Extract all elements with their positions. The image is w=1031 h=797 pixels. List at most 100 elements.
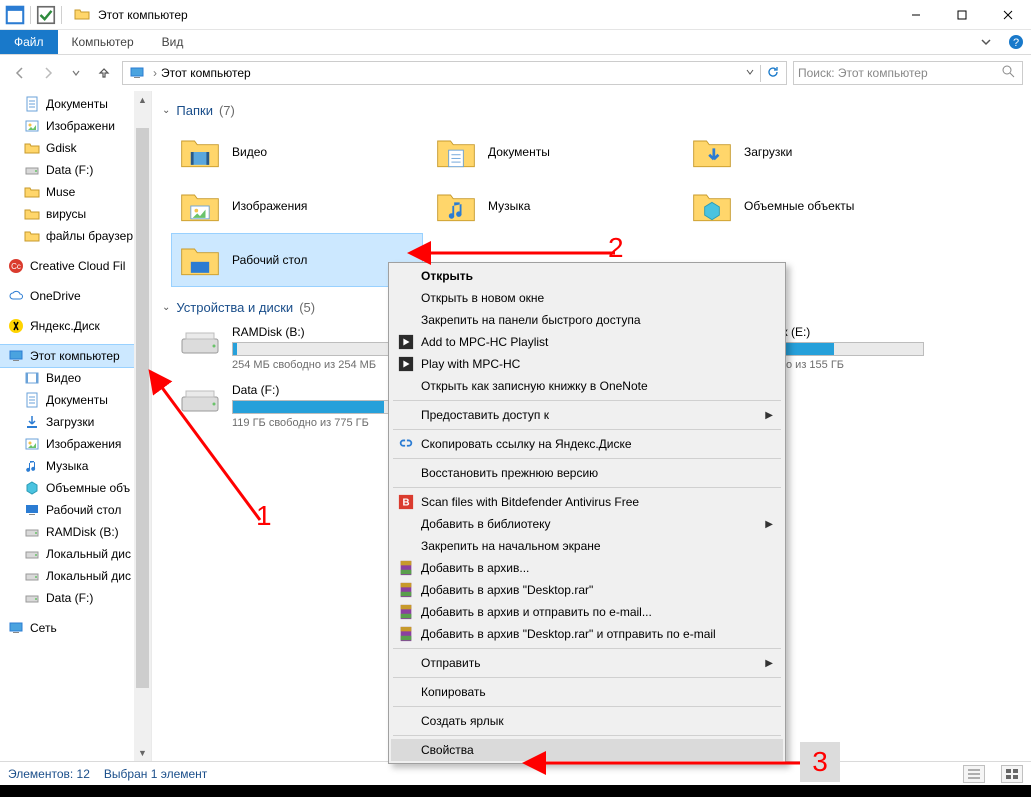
- sidebar-item[interactable]: Изображения: [0, 433, 151, 455]
- context-menu-item[interactable]: Открыть как записную книжку в OneNote: [391, 375, 783, 397]
- context-menu-item[interactable]: Play with MPC-HC: [391, 353, 783, 375]
- sidebar-item[interactable]: Музыка: [0, 455, 151, 477]
- sidebar-item[interactable]: Документы: [0, 389, 151, 411]
- view-details-icon[interactable]: [963, 765, 985, 783]
- context-menu-item[interactable]: Добавить в архив "Desktop.rar": [391, 579, 783, 601]
- group-folders[interactable]: ⌄ Папки (7): [162, 103, 1021, 118]
- context-menu-item[interactable]: Закрепить на панели быстрого доступа: [391, 309, 783, 331]
- tree-icon: [8, 318, 24, 334]
- drive-icon: [178, 383, 222, 417]
- folder-item[interactable]: Видео: [172, 126, 422, 178]
- sidebar-item[interactable]: Загрузки: [0, 411, 151, 433]
- tree-icon: [8, 288, 24, 304]
- folder-icon: [178, 133, 222, 171]
- sidebar-item[interactable]: CcCreative Cloud Fil: [0, 255, 151, 277]
- view-large-icon[interactable]: [1001, 765, 1023, 783]
- refresh-icon[interactable]: [760, 65, 784, 82]
- nav-up-icon[interactable]: [92, 61, 116, 85]
- ribbon-expand-icon[interactable]: [971, 30, 1001, 54]
- context-menu-item[interactable]: Создать ярлык: [391, 710, 783, 732]
- context-menu-item[interactable]: Добавить в архив "Desktop.rar" и отправи…: [391, 623, 783, 645]
- sidebar-item-label: Изображения: [46, 437, 121, 451]
- context-menu-item[interactable]: Добавить в библиотеку▶: [391, 513, 783, 535]
- context-menu-item[interactable]: Add to MPC-HC Playlist: [391, 331, 783, 353]
- nav-back-icon[interactable]: [8, 61, 32, 85]
- drive-item[interactable]: Data (F:)119 ГБ свободно из 775 ГБ: [172, 381, 422, 431]
- context-menu-item[interactable]: Скопировать ссылку на Яндекс.Диске: [391, 433, 783, 455]
- sidebar-item[interactable]: Сеть: [0, 617, 151, 639]
- chevron-right-icon: ▶: [765, 658, 773, 669]
- context-menu-item[interactable]: Предоставить доступ к▶: [391, 404, 783, 426]
- drive-item[interactable]: RAMDisk (B:)254 МБ свободно из 254 МБ: [172, 323, 422, 373]
- folder-item[interactable]: Документы: [428, 126, 678, 178]
- nav-forward-icon[interactable]: [36, 61, 60, 85]
- sidebar-item[interactable]: Muse📌: [0, 181, 151, 203]
- context-menu-item[interactable]: Добавить в архив и отправить по e-mail..…: [391, 601, 783, 623]
- context-menu-item[interactable]: Открыть в новом окне: [391, 287, 783, 309]
- sidebar-item[interactable]: Яндекс.Диск: [0, 315, 151, 337]
- sidebar-item[interactable]: OneDrive: [0, 285, 151, 307]
- address-bar[interactable]: › Этот компьютер: [122, 61, 787, 85]
- sidebar-item-label: RAMDisk (B:): [46, 525, 119, 539]
- qat-checkbox-icon[interactable]: [35, 4, 57, 26]
- sidebar-item[interactable]: вирусы: [0, 203, 151, 225]
- nav-recent-icon[interactable]: [64, 61, 88, 85]
- tree-icon: Cc: [8, 258, 24, 274]
- chevron-down-icon: ⌄: [162, 302, 170, 313]
- help-icon[interactable]: ?: [1001, 30, 1031, 54]
- context-menu-item[interactable]: Закрепить на начальном экране: [391, 535, 783, 557]
- address-dropdown-icon[interactable]: [740, 66, 760, 80]
- minimize-button[interactable]: [893, 0, 939, 30]
- tree-icon: [24, 140, 40, 156]
- tab-computer[interactable]: Компьютер: [58, 30, 148, 54]
- sidebar-item[interactable]: Gdisk📌: [0, 137, 151, 159]
- folder-icon: [690, 133, 734, 171]
- tree-icon: [8, 620, 24, 636]
- folder-icon: [434, 133, 478, 171]
- sidebar-item[interactable]: Рабочий стол: [0, 499, 151, 521]
- sidebar-item[interactable]: Объемные объ: [0, 477, 151, 499]
- folder-icon: [690, 187, 734, 225]
- context-menu-item[interactable]: Добавить в архив...: [391, 557, 783, 579]
- folder-item[interactable]: Изображения: [172, 180, 422, 232]
- qat-properties-icon[interactable]: [4, 4, 26, 26]
- explorer-icon: [74, 7, 90, 23]
- context-menu: ОткрытьОткрыть в новом окнеЗакрепить на …: [388, 262, 786, 764]
- sidebar-item[interactable]: RAMDisk (B:): [0, 521, 151, 543]
- sidebar-item[interactable]: Видео: [0, 367, 151, 389]
- sidebar-item[interactable]: Документы📌: [0, 93, 151, 115]
- breadcrumb[interactable]: Этот компьютер: [161, 66, 251, 80]
- close-button[interactable]: [985, 0, 1031, 30]
- sidebar-item[interactable]: файлы браузер: [0, 225, 151, 247]
- maximize-button[interactable]: [939, 0, 985, 30]
- sidebar-item[interactable]: Локальный дис: [0, 565, 151, 587]
- search-icon: [1002, 65, 1018, 81]
- sidebar-item[interactable]: Изображени📌: [0, 115, 151, 137]
- chevron-right-icon: ›: [153, 66, 157, 80]
- tree-icon: [24, 568, 40, 584]
- rar-icon: [397, 559, 415, 577]
- folder-item[interactable]: Музыка: [428, 180, 678, 232]
- sidebar-item[interactable]: Data (F:): [0, 587, 151, 609]
- sidebar-item[interactable]: Data (F:)📌: [0, 159, 151, 181]
- folder-item[interactable]: Объемные объекты: [684, 180, 934, 232]
- context-item-label: Закрепить на начальном экране: [421, 539, 601, 553]
- svg-text:Cc: Cc: [11, 262, 21, 271]
- folder-item[interactable]: Рабочий стол: [172, 234, 422, 286]
- context-menu-item[interactable]: Копировать: [391, 681, 783, 703]
- context-item-label: Создать ярлык: [421, 714, 504, 728]
- context-menu-item[interactable]: Открыть: [391, 265, 783, 287]
- context-menu-item[interactable]: Свойства: [391, 739, 783, 761]
- folder-item[interactable]: Загрузки: [684, 126, 934, 178]
- sidebar-item[interactable]: Этот компьютер: [0, 345, 151, 367]
- window-title: Этот компьютер: [98, 8, 188, 22]
- sidebar-scrollbar[interactable]: ▲ ▼: [134, 91, 151, 761]
- context-menu-item[interactable]: BScan files with Bitdefender Antivirus F…: [391, 491, 783, 513]
- sidebar-item[interactable]: Локальный дис: [0, 543, 151, 565]
- search-input[interactable]: Поиск: Этот компьютер: [793, 61, 1023, 85]
- tab-view[interactable]: Вид: [148, 30, 198, 54]
- tab-file[interactable]: Файл: [0, 30, 58, 54]
- sidebar-item-label: Локальный дис: [46, 569, 131, 583]
- context-menu-item[interactable]: Отправить▶: [391, 652, 783, 674]
- context-menu-item[interactable]: Восстановить прежнюю версию: [391, 462, 783, 484]
